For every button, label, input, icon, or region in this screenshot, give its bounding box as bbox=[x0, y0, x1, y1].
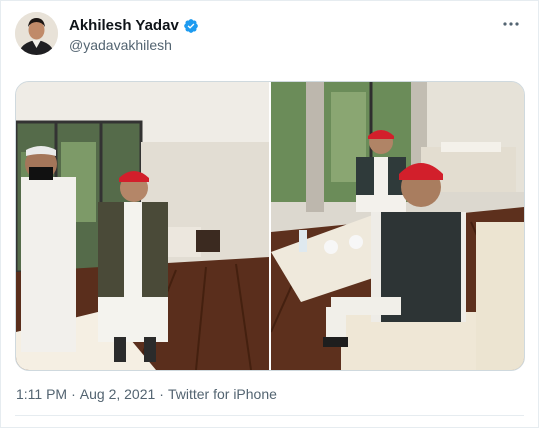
more-options-icon[interactable] bbox=[502, 15, 520, 38]
tweet-time[interactable]: 1:11 PM bbox=[16, 386, 67, 402]
tweet-date[interactable]: Aug 2, 2021 bbox=[80, 386, 156, 402]
author-handle[interactable]: @yadavakhilesh bbox=[69, 37, 172, 53]
tweet-meta: 1:11 PM · Aug 2, 2021 · Twitter for iPho… bbox=[16, 386, 277, 402]
photo-left[interactable] bbox=[16, 82, 269, 370]
tweet-card: Akhilesh Yadav @yadavakhilesh 1:11 PM · … bbox=[0, 0, 539, 428]
verified-badge-icon bbox=[183, 18, 199, 34]
author-row: Akhilesh Yadav bbox=[69, 17, 199, 34]
divider bbox=[15, 415, 524, 416]
media-grid bbox=[15, 81, 525, 371]
author-name[interactable]: Akhilesh Yadav bbox=[69, 17, 179, 34]
tweet-source[interactable]: Twitter for iPhone bbox=[168, 386, 277, 402]
photo-right[interactable] bbox=[271, 82, 524, 370]
avatar[interactable] bbox=[15, 12, 58, 55]
meta-separator-2: · bbox=[159, 386, 164, 402]
meta-separator: · bbox=[71, 386, 76, 402]
